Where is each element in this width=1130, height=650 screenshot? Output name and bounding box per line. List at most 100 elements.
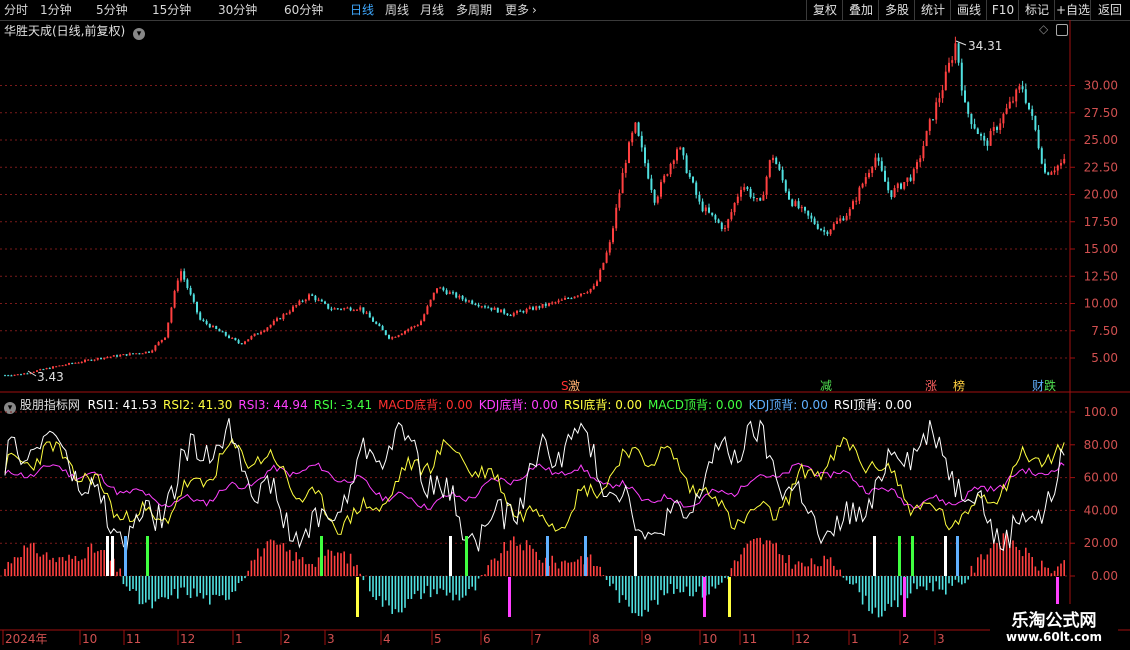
overlay-button[interactable]: 叠加 xyxy=(842,0,879,20)
candle-body xyxy=(560,299,563,301)
candle-body xyxy=(848,209,851,216)
indicator-tick-label: 40.00 xyxy=(1084,503,1118,517)
candle-body xyxy=(794,201,797,206)
candle-body xyxy=(295,304,298,307)
candle-body xyxy=(944,71,947,91)
candle-body xyxy=(874,157,877,168)
mark-button[interactable]: 标记 xyxy=(1018,0,1055,20)
candle-body xyxy=(84,359,86,362)
candle-body xyxy=(429,299,432,307)
candle-body xyxy=(39,369,42,371)
tab-15min[interactable]: 15分钟 xyxy=(152,0,191,20)
chevron-down-icon[interactable]: ▾ xyxy=(133,28,146,40)
candle-body xyxy=(304,299,307,302)
candle-body xyxy=(506,313,509,316)
candle-body xyxy=(324,301,326,304)
candle-body xyxy=(135,353,138,355)
indicator-tick-label: 20.00 xyxy=(1084,536,1118,550)
tab-more[interactable]: 更多 › xyxy=(505,0,537,20)
chevron-down-icon[interactable]: ▾ xyxy=(4,402,16,414)
candle-body xyxy=(349,307,352,311)
add-favorite-button[interactable]: +自选 xyxy=(1054,0,1091,20)
candle-body xyxy=(413,325,416,327)
signal-bar xyxy=(634,536,637,576)
candle-body xyxy=(359,307,362,310)
tab-weekly[interactable]: 周线 xyxy=(385,0,409,20)
candle-body xyxy=(464,299,467,302)
candle-body xyxy=(605,252,608,263)
diamond-icon[interactable]: ◇ xyxy=(1039,22,1048,36)
restore-rights-button[interactable]: 复权 xyxy=(806,0,843,20)
multi-stock-button[interactable]: 多股 xyxy=(878,0,915,20)
f10-button[interactable]: F10 xyxy=(986,0,1019,20)
candle-body xyxy=(669,164,672,175)
candle-body xyxy=(964,90,966,103)
candle-body xyxy=(343,308,346,310)
tab-multi-period[interactable]: 多周期 xyxy=(456,0,492,20)
indicator-name[interactable]: 股朋指标网 xyxy=(20,398,80,412)
candle-body xyxy=(301,300,304,302)
candle-body xyxy=(1050,172,1053,175)
candle-body xyxy=(228,335,230,339)
candle-body xyxy=(919,158,922,163)
candle-body xyxy=(576,295,579,297)
candle-body xyxy=(471,300,474,304)
candle-body xyxy=(589,288,592,293)
candle-body xyxy=(816,224,819,229)
time-axis: 2024年 10 11 12 1 2 3 4 5 6 7 8 9 10 11 12 1 2 3 xyxy=(2,630,945,646)
price-tick-label: 15.00 xyxy=(1084,242,1118,256)
candle-body xyxy=(567,297,570,299)
candle-body xyxy=(55,366,58,368)
signal-bar xyxy=(944,536,947,576)
candle-body xyxy=(100,357,102,359)
back-button[interactable]: 返回 xyxy=(1090,0,1129,20)
candle-body xyxy=(746,187,749,190)
candle-body xyxy=(791,199,794,206)
chart-title: 华胜天成(日线,前复权) ▾ xyxy=(4,22,146,40)
tab-monthly[interactable]: 月线 xyxy=(420,0,444,20)
candle-body xyxy=(176,280,179,292)
candle-body xyxy=(845,215,848,221)
candle-body xyxy=(832,223,835,230)
panel-toggle-icon[interactable] xyxy=(1056,24,1068,36)
signal-bar xyxy=(898,536,901,576)
candle-body xyxy=(394,336,397,338)
draw-line-button[interactable]: 画线 xyxy=(950,0,987,20)
candle-body xyxy=(480,306,483,308)
candle-body xyxy=(717,219,720,223)
candle-body xyxy=(477,304,480,307)
tab-daily[interactable]: 日线 xyxy=(350,0,374,20)
statistics-button[interactable]: 统计 xyxy=(914,0,951,20)
candle-body xyxy=(631,132,634,143)
candle-body xyxy=(624,163,627,173)
candle-body xyxy=(714,215,717,220)
candle-body xyxy=(36,370,38,372)
candle-body xyxy=(861,183,864,188)
high-price-label: 34.31 xyxy=(968,39,1002,53)
tab-30min[interactable]: 30分钟 xyxy=(218,0,257,20)
candle-body xyxy=(346,307,349,309)
candle-body xyxy=(445,290,448,295)
tab-1min[interactable]: 1分钟 xyxy=(40,0,72,20)
candle-body xyxy=(490,307,493,310)
candle-body xyxy=(90,359,93,361)
candle-body xyxy=(999,123,1002,130)
tab-5min[interactable]: 5分钟 xyxy=(96,0,128,20)
tab-fenshi[interactable]: 分时 xyxy=(4,0,28,20)
candle-body xyxy=(87,359,90,361)
candle-body xyxy=(71,363,74,365)
candle-body xyxy=(74,362,77,364)
candle-body xyxy=(365,312,368,314)
high-marker: 34.31 xyxy=(955,39,1002,53)
candle-body xyxy=(148,351,150,353)
candle-body xyxy=(970,113,973,125)
legend-label: RSI3: xyxy=(238,398,270,412)
indicator-tick-label: 0.00 xyxy=(1091,569,1118,583)
candle-body xyxy=(599,269,602,282)
candle-body xyxy=(804,207,806,211)
candle-body xyxy=(1031,109,1034,116)
candle-body xyxy=(173,291,176,308)
candle-body xyxy=(1044,163,1046,173)
candle-body xyxy=(980,134,982,136)
tab-60min[interactable]: 60分钟 xyxy=(284,0,323,20)
